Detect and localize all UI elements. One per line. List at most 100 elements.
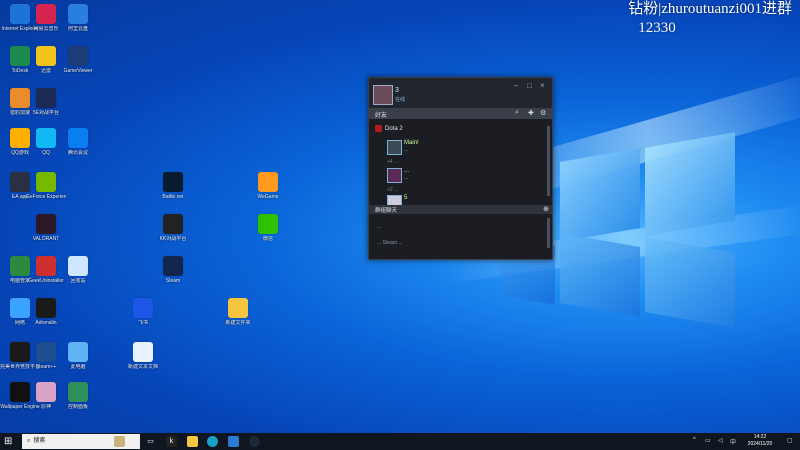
windows-store-icon[interactable] <box>228 436 239 447</box>
desktop-icon-label: Battle.net <box>162 194 184 200</box>
qq-icon <box>36 128 56 148</box>
nvidia-icon <box>36 172 56 192</box>
cloud-icon <box>68 4 88 24</box>
tray-chevron-icon[interactable]: ^ <box>693 437 696 443</box>
desktop-icon-label: 回收站 <box>70 278 86 284</box>
desktop-icon-label: KK对战平台 <box>159 236 187 242</box>
watermark-line-1: 钻粉|zhuroutuanzi001进群 <box>628 1 792 17</box>
friend-game: ... <box>404 175 409 181</box>
watermark-line-2: 12330 <box>638 20 676 36</box>
desktop-icon[interactable]: 新建文本文档 <box>123 342 163 370</box>
desktop-icon-label: 微信 <box>262 236 273 242</box>
genshin-icon <box>36 382 56 402</box>
desktop-icon[interactable]: 新建文件夹 <box>218 298 258 326</box>
desktop-icon[interactable]: KK对战平台 <box>153 214 193 242</box>
desktop-icon[interactable]: Battle.net <box>153 172 193 200</box>
chat-scrollbar[interactable] <box>547 218 550 248</box>
desktop-icon[interactable]: 此电脑 <box>58 342 98 370</box>
steam-icon <box>163 256 183 276</box>
notification-icon[interactable]: ▢ <box>787 437 793 444</box>
group-chat-header[interactable]: 群组聊天 ⊕ <box>369 205 552 214</box>
desktop-icon[interactable]: 阿里云盘 <box>58 4 98 32</box>
desktop-icon[interactable]: 飞书 <box>123 298 163 326</box>
steam-title-bar[interactable]: 3 在线 – □ × <box>369 78 552 108</box>
recycle-bin-icon <box>68 256 88 276</box>
taskbar: ⊞ ⌕ 搜索 ▭ k ^ ▭ ◁ 中 14:22 2024/11/20 ▢ <box>0 433 800 450</box>
maximize-icon[interactable]: □ <box>527 81 532 90</box>
search-icon[interactable]: ⌕ <box>515 109 519 117</box>
friend-name: 5 <box>404 195 408 201</box>
desktop-icon[interactable]: 回收站 <box>58 256 98 284</box>
thunder-icon <box>36 46 56 66</box>
5e-icon <box>36 88 56 108</box>
desktop-icon[interactable]: 微信 <box>248 214 288 242</box>
desktop-icon-label: Adrenalin <box>35 320 57 326</box>
volume-tray-icon[interactable]: ◁ <box>718 437 723 444</box>
amd-icon <box>36 298 56 318</box>
search-icon: ⌕ <box>27 438 31 444</box>
textfile-icon <box>133 342 153 362</box>
windows-start-icon[interactable]: ⊞ <box>4 436 15 447</box>
desktop-icon[interactable]: 5E对战平台 <box>26 88 66 116</box>
desktop-icon-label: 腾讯会议 <box>67 150 88 156</box>
desktop-icon[interactable]: WeGame <box>248 172 288 200</box>
desktop-icon-label: GameViewer <box>63 68 93 74</box>
search-placeholder: 搜索 <box>33 438 46 444</box>
steam-friends-window[interactable]: 3 在线 – □ × 好友 ⌕ ✚ ⚙ Dota 2 Main! ... +4 … <box>368 77 553 260</box>
desktop-icon[interactable]: GameViewer <box>58 46 98 74</box>
steampp-icon <box>36 342 56 362</box>
friend-game: ... <box>404 147 409 153</box>
close-icon[interactable]: × <box>540 81 545 90</box>
clock-date: 2024/11/20 <box>747 441 773 447</box>
music-icon <box>36 4 56 24</box>
desktop-icon-label: Steam <box>165 278 181 284</box>
desktop-icon[interactable]: 腾讯会议 <box>58 128 98 156</box>
group-chat-label: 群组聊天 <box>375 208 398 214</box>
clock-time: 14:22 <box>753 434 767 440</box>
friend-name: ... <box>404 168 410 174</box>
friends-bar-label: 好友 <box>375 113 388 119</box>
desktop-icon-label: 控制面板 <box>67 404 88 410</box>
friends-scrollbar[interactable] <box>547 126 550 196</box>
desktop: Internet Explorer 网易云音乐 阿里云盘 ToDesk 迅雷 GameVi… <box>0 0 800 433</box>
task-view-icon[interactable]: ▭ <box>145 436 156 447</box>
control-panel-icon <box>68 382 88 402</box>
add-friend-icon[interactable]: ✚ <box>528 109 534 117</box>
windows-logo-pane <box>645 237 735 328</box>
add-chat-icon[interactable]: ⊕ <box>543 205 549 213</box>
friends-bar[interactable]: 好友 ⌕ ✚ ⚙ <box>369 108 552 119</box>
desktop-icon[interactable]: 控制面板 <box>58 382 98 410</box>
desktop-icon-label: 新建文件夹 <box>225 320 251 326</box>
desktop-icon-label: 新建文本文档 <box>127 364 158 370</box>
edge-icon[interactable] <box>207 436 218 447</box>
user-status[interactable]: 在线 <box>395 96 405 103</box>
minimize-icon[interactable]: – <box>514 81 518 90</box>
windows-logo-pane <box>560 232 640 318</box>
friend-sub: +2 ... <box>387 187 399 193</box>
desktop-icon[interactable]: VALORANT <box>26 214 66 242</box>
file-explorer-icon[interactable] <box>187 436 198 447</box>
pinned-app-icon[interactable] <box>114 436 125 447</box>
meeting-icon <box>68 128 88 148</box>
desktop-icon-label: 阿里云盘 <box>67 26 88 32</box>
windows-logo-pane <box>645 132 735 236</box>
network-tray-icon[interactable]: ▭ <box>705 437 711 444</box>
user-avatar[interactable] <box>373 85 393 105</box>
folder-icon <box>228 298 248 318</box>
this-pc-icon <box>68 342 88 362</box>
kk-taskbar-icon[interactable]: k <box>166 436 177 447</box>
desktop-icon-label: 此电脑 <box>70 364 86 370</box>
ime-tray-icon[interactable]: 中 <box>730 437 736 446</box>
desktop-icon[interactable]: Adrenalin <box>26 298 66 326</box>
settings-icon[interactable]: ⚙ <box>540 109 546 117</box>
geek-icon <box>36 256 56 276</box>
desktop-icon[interactable]: Steam <box>153 256 193 284</box>
desktop-icon[interactable]: GeForce Experience <box>26 172 66 200</box>
friend-avatar <box>387 140 402 155</box>
steam-taskbar-icon[interactable] <box>249 436 260 447</box>
desktop-icon-label: VALORANT <box>32 236 60 242</box>
friend-name: Main! <box>404 140 419 146</box>
taskbar-clock[interactable]: 14:22 2024/11/20 <box>740 434 780 448</box>
desktop-icon-label: GeForce Experience <box>26 194 66 200</box>
game-group-header[interactable]: Dota 2 <box>375 125 403 132</box>
